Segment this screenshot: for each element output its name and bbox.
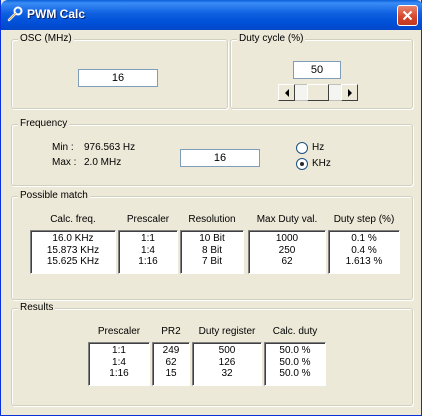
list-item[interactable]: 50.0 % — [265, 368, 325, 380]
frequency-group: Frequency Min : 976.563 Hz Max : 2.0 MHz… — [11, 118, 413, 186]
frequency-input[interactable]: 16 — [180, 149, 260, 167]
col-header-calc-freq: Calc. freq. — [50, 214, 96, 225]
list-item[interactable]: 10 Bit — [181, 233, 243, 245]
arrow-left-icon — [284, 88, 289, 97]
col-header-duty-step: Duty step (%) — [333, 214, 395, 225]
result-header-calc-duty: Calc. duty — [272, 326, 318, 337]
pwm-calc-window: PWM Calc OSC (MHz) 16 Duty cycle (%) 50 — [0, 0, 422, 416]
duty-cycle-slider[interactable] — [278, 84, 358, 101]
list-item[interactable]: 62 — [153, 357, 189, 369]
osc-legend: OSC (MHz) — [18, 33, 74, 45]
max-label: Max : — [52, 157, 77, 168]
list-item[interactable]: 1:16 — [89, 368, 149, 380]
list-item[interactable]: 32 — [193, 368, 261, 380]
duty-cycle-input[interactable]: 50 — [293, 61, 341, 79]
result-header-duty-register: Duty register — [198, 326, 256, 337]
unit-khz-radio[interactable] — [296, 158, 308, 170]
possible-match-group: Possible match Calc. freq. Prescaler Res… — [11, 190, 413, 300]
osc-group: OSC (MHz) 16 — [11, 33, 228, 109]
list-item[interactable]: 15 — [153, 368, 189, 380]
unit-hz-radio[interactable] — [296, 142, 308, 154]
prescaler-list[interactable]: 1:1 1:4 1:16 — [118, 230, 178, 274]
col-header-prescaler: Prescaler — [126, 214, 170, 225]
unit-khz-label[interactable]: KHz — [312, 158, 331, 169]
max-value: 2.0 MHz — [84, 157, 122, 168]
list-item[interactable]: 249 — [153, 345, 189, 357]
title-bar[interactable]: PWM Calc — [1, 0, 422, 30]
list-item[interactable]: 15.873 KHz — [31, 245, 115, 257]
results-legend: Results — [18, 302, 56, 314]
list-item[interactable]: 7 Bit — [181, 256, 243, 268]
list-item[interactable]: 1:16 — [119, 256, 177, 268]
frequency-legend: Frequency — [18, 118, 70, 130]
slider-thumb[interactable] — [307, 84, 329, 101]
list-item[interactable]: 0.1 % — [329, 233, 399, 245]
list-item[interactable]: 8 Bit — [181, 245, 243, 257]
arrow-right-icon — [347, 88, 352, 97]
list-item[interactable]: 1000 — [249, 233, 325, 245]
osc-input[interactable]: 16 — [78, 69, 158, 87]
wrench-icon — [7, 6, 23, 22]
list-item[interactable]: 50.0 % — [265, 357, 325, 369]
list-item[interactable]: 250 — [249, 245, 325, 257]
result-duty-register-list[interactable]: 500 126 32 — [192, 342, 262, 386]
duty-cycle-group: Duty cycle (%) 50 — [230, 33, 413, 109]
col-header-resolution: Resolution — [188, 214, 236, 225]
duty-step-list[interactable]: 0.1 % 0.4 % 1.613 % — [328, 230, 400, 274]
min-label: Min : — [52, 142, 74, 153]
result-pr2-list[interactable]: 249 62 15 — [152, 342, 190, 386]
result-header-prescaler: Prescaler — [97, 326, 141, 337]
close-button[interactable] — [397, 5, 418, 26]
result-prescaler-list[interactable]: 1:1 1:4 1:16 — [88, 342, 150, 386]
list-item[interactable]: 1:4 — [89, 357, 149, 369]
list-item[interactable]: 1.613 % — [329, 256, 399, 268]
slider-left-button[interactable] — [278, 84, 295, 101]
result-calc-duty-list[interactable]: 50.0 % 50.0 % 50.0 % — [264, 342, 326, 386]
resolution-list[interactable]: 10 Bit 8 Bit 7 Bit — [180, 230, 244, 274]
list-item[interactable]: 16.0 KHz — [31, 233, 115, 245]
unit-hz-label[interactable]: Hz — [312, 142, 324, 153]
results-group: Results Prescaler PR2 Duty register Calc… — [11, 302, 413, 406]
window-title: PWM Calc — [27, 7, 86, 21]
list-item[interactable]: 1:1 — [89, 345, 149, 357]
col-header-max-duty: Max Duty val. — [256, 214, 318, 225]
calc-freq-list[interactable]: 16.0 KHz 15.873 KHz 15.625 KHz — [30, 230, 116, 274]
slider-right-button[interactable] — [341, 84, 358, 101]
max-duty-list[interactable]: 1000 250 62 — [248, 230, 326, 274]
list-item[interactable]: 50.0 % — [265, 345, 325, 357]
list-item[interactable]: 126 — [193, 357, 261, 369]
list-item[interactable]: 1:4 — [119, 245, 177, 257]
possible-match-legend: Possible match — [18, 190, 90, 202]
list-item[interactable]: 500 — [193, 345, 261, 357]
list-item[interactable]: 15.625 KHz — [31, 256, 115, 268]
result-header-pr2: PR2 — [161, 326, 181, 337]
list-item[interactable]: 62 — [249, 256, 325, 268]
list-item[interactable]: 0.4 % — [329, 245, 399, 257]
min-value: 976.563 Hz — [84, 142, 136, 153]
close-icon — [402, 10, 413, 21]
duty-cycle-legend: Duty cycle (%) — [237, 33, 306, 45]
client-area: OSC (MHz) 16 Duty cycle (%) 50 Frequency… — [5, 30, 419, 412]
list-item[interactable]: 1:1 — [119, 233, 177, 245]
